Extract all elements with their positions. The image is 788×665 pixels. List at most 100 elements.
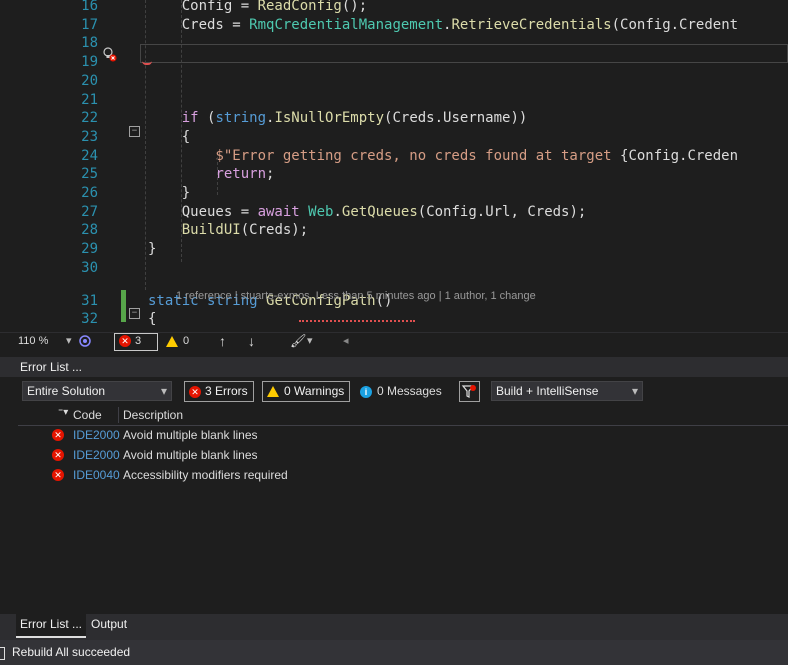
code-line[interactable]: 16 Config = ReadConfig(); (0, 0, 788, 16)
code-line[interactable]: 23 { (0, 128, 788, 147)
lightbulb-error-icon[interactable] (102, 46, 118, 62)
code-token: (Creds.Username)) (384, 110, 528, 127)
code-line[interactable]: 24 $"Error getting creds, no creds found… (0, 147, 788, 166)
code-text[interactable]: Queues = await Web.GetQueues(Config.Url,… (148, 203, 587, 222)
source-select-value: Build + IntelliSense (496, 384, 599, 398)
change-indicator (121, 290, 126, 322)
code-text[interactable]: $"Error getting creds, no creds found at… (148, 147, 738, 166)
errors-filter-label: 3 Errors (205, 384, 248, 398)
code-line[interactable]: 17 Creds = RmqCredentialManagement.Retri… (0, 16, 788, 35)
code-line[interactable]: 30 (0, 259, 788, 278)
code-token: Queues = (148, 203, 258, 220)
warning-count-button[interactable]: 0 (166, 335, 189, 347)
chevron-down-icon[interactable]: ▾ (66, 334, 72, 347)
code-text[interactable]: } (148, 184, 190, 203)
tab-output[interactable]: Output (87, 614, 131, 636)
line-number: 32 (81, 311, 98, 328)
column-divider[interactable] (118, 407, 119, 423)
code-token: ( (198, 110, 216, 127)
current-line-highlight (140, 44, 788, 63)
scope-select[interactable]: Entire Solution ▾ (22, 381, 172, 401)
editor-status-strip: 110 % ▾ ✕ 3 0 ↑ ↓ 🖌 ▾ ◂ (0, 332, 788, 351)
error-icon: ✕ (189, 385, 201, 398)
error-code[interactable]: IDE2000 (73, 445, 120, 465)
column-code[interactable]: Code (73, 405, 102, 425)
fold-toggle[interactable]: − (129, 308, 140, 319)
code-text[interactable]: Creds = RmqCredentialManagement.Retrieve… (148, 16, 738, 35)
error-code[interactable]: IDE0040 (73, 465, 120, 485)
indent-guide (217, 157, 218, 195)
error-squiggle (142, 58, 152, 65)
brush-icon[interactable]: 🖌 (290, 333, 307, 349)
code-token: Config = (148, 0, 258, 14)
code-line[interactable]: 27 Queues = await Web.GetQueues(Config.U… (0, 203, 788, 222)
fold-toggle[interactable]: − (129, 126, 140, 137)
warnings-filter-button[interactable]: 0 Warnings (262, 381, 351, 402)
code-token: string (215, 110, 267, 127)
code-line[interactable]: 21 (0, 91, 788, 110)
indent-guide (181, 0, 182, 262)
source-select[interactable]: Build + IntelliSense ▾ (491, 381, 643, 401)
code-token: BuildUI (181, 222, 241, 239)
warning-count: 0 (183, 335, 190, 347)
code-text[interactable]: } (148, 240, 156, 259)
errors-filter-button[interactable]: ✕ 3 Errors (184, 381, 254, 402)
line-number: 27 (81, 203, 98, 220)
line-number: 23 (81, 128, 98, 145)
messages-filter-button[interactable]: i 0 Messages (360, 382, 442, 400)
code-token: (Config.Credent (611, 16, 739, 33)
code-token: GetQueues (341, 203, 418, 220)
table-row[interactable]: ✕ IDE2000 Avoid multiple blank lines (0, 425, 788, 445)
sort-icon[interactable]: ⁼▾ (58, 403, 68, 423)
code-text[interactable]: return; (148, 165, 274, 184)
arrow-down-icon[interactable]: ↓ (248, 333, 255, 349)
info-icon: i (360, 385, 372, 398)
scroll-left-icon[interactable]: ◂ (343, 334, 349, 347)
code-token: ; (266, 166, 275, 183)
line-number: 19 (81, 54, 98, 71)
error-description: Avoid multiple blank lines (123, 428, 258, 442)
code-line[interactable]: 28 BuildUI(Creds); (0, 221, 788, 240)
code-token: RetrieveCredentials (451, 16, 612, 33)
code-text[interactable]: if (string.IsNullOrEmpty(Creds.Username)… (148, 109, 528, 128)
chevron-down-icon: ▾ (160, 384, 167, 398)
codelens[interactable]: 1 reference | stuarts-exmos, Less than 5… (176, 290, 536, 302)
warning-icon (166, 335, 178, 347)
code-token: (); (341, 0, 368, 14)
code-line[interactable]: 20 (0, 72, 788, 91)
error-icon: ✕ (119, 335, 131, 348)
code-line[interactable]: 29} (0, 240, 788, 259)
line-number: 22 (81, 110, 98, 127)
code-token: await (257, 203, 300, 220)
code-text[interactable]: { (148, 128, 190, 147)
code-token: RmqCredentialManagement (249, 16, 444, 33)
code-text[interactable]: BuildUI(Creds); (148, 221, 308, 240)
code-line[interactable]: 22 if (string.IsNullOrEmpty(Creds.Userna… (0, 109, 788, 128)
error-code[interactable]: IDE2000 (73, 425, 120, 445)
chevron-down-icon[interactable]: ▾ (307, 334, 313, 347)
column-description[interactable]: Description (123, 405, 183, 425)
error-description: Accessibility modifiers required (123, 468, 288, 482)
code-editor[interactable]: 16 Config = ReadConfig(); 17 Creds = RmqC… (0, 0, 788, 332)
error-count-button[interactable]: ✕ 3 (114, 333, 159, 351)
error-count: 3 (135, 335, 142, 347)
arrow-up-icon[interactable]: ↑ (219, 333, 226, 349)
code-line[interactable]: 26 } (0, 184, 788, 203)
code-text[interactable]: { (148, 310, 156, 329)
table-row[interactable]: ✕ IDE2000 Avoid multiple blank lines (0, 445, 788, 465)
git-icon[interactable] (78, 334, 92, 351)
code-token: return (215, 166, 267, 183)
status-text: Rebuild All succeeded (12, 645, 131, 659)
line-number: 18 (81, 35, 98, 52)
table-row[interactable]: ✕ IDE0040 Accessibility modifiers requir… (0, 465, 788, 485)
code-token: Web (308, 203, 334, 220)
code-line[interactable]: 25 return; (0, 165, 788, 184)
warnings-filter-label: 0 Warnings (284, 384, 345, 398)
line-number: 28 (81, 222, 98, 239)
error-description: Avoid multiple blank lines (123, 448, 258, 462)
filter-icon[interactable] (459, 381, 480, 402)
zoom-level[interactable]: 110 % (18, 335, 48, 347)
tab-error-list[interactable]: Error List ... (16, 614, 87, 638)
